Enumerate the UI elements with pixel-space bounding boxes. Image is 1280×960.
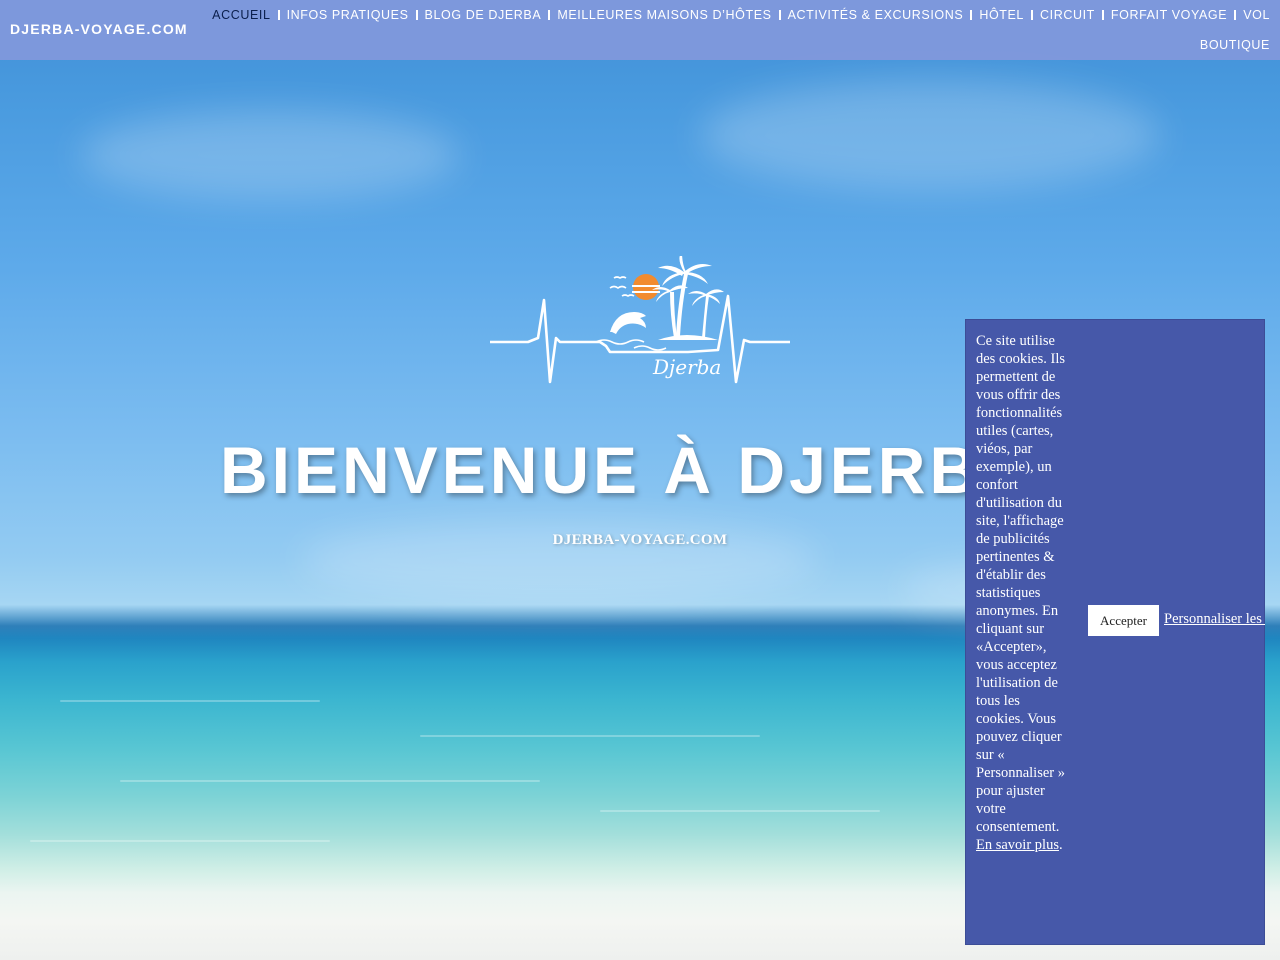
nav-separator: [415, 10, 418, 20]
nav-item-circuit[interactable]: CIRCUIT: [1038, 7, 1097, 23]
nav-separator: [970, 10, 973, 20]
nav-separator: [778, 10, 781, 20]
main-nav: ACCUEIL INFOS PRATIQUES BLOG DE DJERBA MEIL…: [210, 7, 1272, 23]
cloud: [80, 110, 460, 200]
cloud: [700, 80, 1160, 190]
nav-item-hotel[interactable]: HÔTEL: [977, 7, 1026, 23]
water-glint: [420, 735, 760, 737]
cookie-consent-panel: Ce site utilise des cookies. Ils permett…: [965, 319, 1265, 945]
cookie-message-text: Ce site utilise des cookies. Ils permett…: [976, 333, 1065, 835]
nav-item-meilleures-maisons-d-hotes[interactable]: MEILLEURES MAISONS D’HÔTES: [555, 7, 773, 23]
cookie-message: Ce site utilise des cookies. Ils permett…: [976, 332, 1068, 854]
nav-separator: [1031, 10, 1033, 20]
site-brand-link[interactable]: DJERBA-VOYAGE.COM: [10, 21, 188, 37]
water-glint: [30, 840, 330, 842]
dolphin-icon: [610, 312, 646, 334]
nav-separator: [1101, 10, 1104, 20]
accept-cookies-button[interactable]: Accepter: [1088, 605, 1159, 636]
learn-more-suffix: .: [1058, 837, 1063, 853]
logo-text: Djerba: [652, 355, 721, 379]
nav-item-activites-excursions[interactable]: ACTIVITÉS & EXCURSIONS: [786, 7, 966, 23]
water-glint: [60, 700, 320, 702]
palm-trees-icon: [652, 256, 724, 340]
birds-icon: [609, 276, 635, 297]
nav-item-blog-de-djerba[interactable]: BLOG DE DJERBA: [423, 7, 544, 23]
site-header: DJERBA-VOYAGE.COM ACCUEIL INFOS PRATIQUES…: [0, 0, 1280, 60]
water-glint: [120, 780, 540, 782]
nav-item-forfait-voyage[interactable]: FORFAIT VOYAGE: [1109, 7, 1229, 23]
nav-item-accueil[interactable]: ACCUEIL: [210, 7, 272, 23]
nav-item-boutique[interactable]: BOUTIQUE: [1198, 37, 1272, 53]
nav-separator: [548, 10, 551, 20]
heartbeat-line-icon: [490, 294, 790, 384]
nav-item-infos-pratiques[interactable]: INFOS PRATIQUES: [285, 7, 411, 23]
main-nav-row2: BOUTIQUE: [1198, 37, 1272, 53]
djerba-logo: Djerba: [490, 256, 790, 384]
nav-separator: [1234, 10, 1237, 20]
nav-separator: [277, 10, 280, 20]
nav-item-vol[interactable]: VOL: [1241, 7, 1272, 23]
learn-more-link[interactable]: En savoir plus: [976, 837, 1059, 853]
water-glint: [600, 810, 880, 812]
sun-icon: [632, 274, 660, 300]
hero-title: BIENVENUE À DJERBA: [220, 433, 1033, 507]
personalize-cookies-link[interactable]: Personnaliser les cookies: [1164, 611, 1265, 628]
